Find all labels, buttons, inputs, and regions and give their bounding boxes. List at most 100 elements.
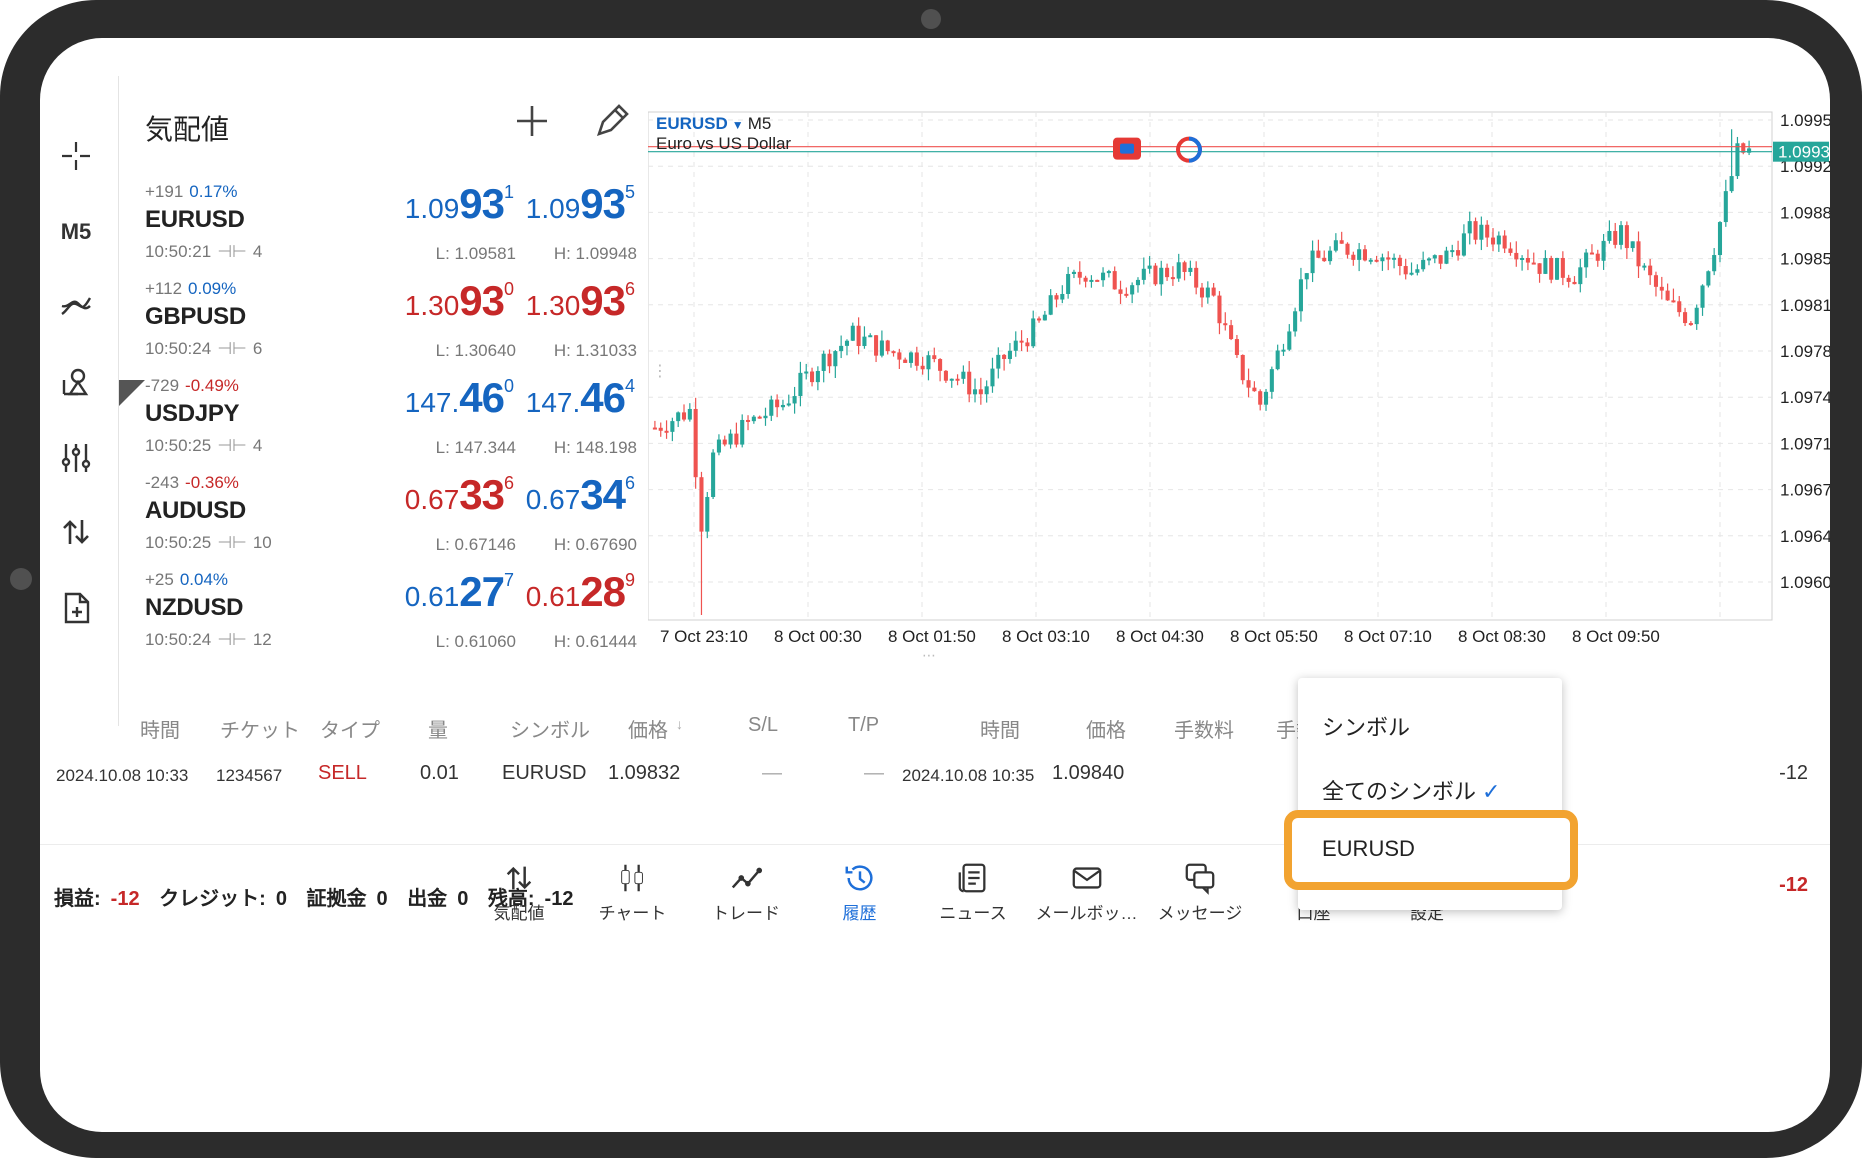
candle-body <box>1380 257 1385 262</box>
candle-body <box>1217 295 1222 324</box>
change-percent: 0.09% <box>188 279 237 298</box>
candle-body <box>1630 241 1635 249</box>
candle-body <box>955 378 960 381</box>
candle-body <box>1211 287 1216 296</box>
candle-body <box>839 345 844 352</box>
column-header[interactable]: 価格 <box>628 714 668 743</box>
bid-price[interactable]: 1.09931 <box>405 180 514 228</box>
bid-price[interactable]: 147.460 <box>405 374 514 422</box>
candle-body <box>722 439 727 445</box>
indicators-icon[interactable] <box>50 280 102 332</box>
candle-body <box>1415 269 1420 273</box>
bid-price[interactable]: 0.61277 <box>405 568 514 616</box>
dropdown-all-symbols[interactable]: 全てのシンボル ✓ <box>1322 774 1500 806</box>
settings-sliders-icon[interactable] <box>50 432 102 484</box>
ask-price[interactable]: 1.09935 <box>526 180 635 228</box>
candle-body <box>1496 235 1501 245</box>
candle-body <box>1229 325 1234 340</box>
nav-chat[interactable]: メッセージ <box>1145 861 1255 924</box>
nav-news[interactable]: ニュース <box>918 861 1028 924</box>
y-tick-label: 1.09605 <box>1780 573 1830 592</box>
ask-price[interactable]: 0.67346 <box>526 471 635 519</box>
candle-body <box>984 386 989 395</box>
nav-quotes[interactable]: 気配値 <box>464 861 574 924</box>
plot-area <box>648 111 1773 621</box>
candle-body <box>716 439 721 453</box>
column-header[interactable]: 手数料 <box>1174 714 1234 743</box>
quote-spread: 6 <box>252 339 263 358</box>
chart-canvas[interactable]: 1.099551.099201.098851.098501.098151.097… <box>648 76 1830 692</box>
candle-body <box>1613 230 1618 245</box>
change-percent: -0.49% <box>185 376 239 395</box>
change-points: +112 <box>145 279 183 298</box>
candle-body <box>1293 311 1298 332</box>
dropdown-eurusd-option[interactable]: EURUSD <box>1284 810 1578 890</box>
ask-price[interactable]: 147.464 <box>526 374 635 422</box>
column-header[interactable]: タイプ <box>320 714 380 743</box>
column-header[interactable]: 時間 <box>980 714 1020 743</box>
nav-label: メールボッ… <box>1035 904 1138 923</box>
column-header[interactable]: 時間 <box>140 714 180 743</box>
candle-body <box>868 335 873 338</box>
add-symbol-icon[interactable] <box>509 98 555 144</box>
candle-body <box>1712 255 1717 272</box>
candle-body <box>850 325 855 341</box>
edit-icon[interactable] <box>589 98 635 144</box>
candle-body <box>1252 387 1257 392</box>
candle-body <box>1095 279 1100 282</box>
trade-arrows-icon[interactable] <box>50 506 102 558</box>
candle-body <box>1572 281 1577 285</box>
candle-body <box>1432 255 1437 259</box>
chart-symbol-header[interactable]: EURUSD ▼ M5 <box>656 114 771 134</box>
column-header[interactable]: 量 <box>428 714 448 743</box>
crosshair-icon[interactable] <box>50 130 102 182</box>
candle-body <box>972 389 978 395</box>
bid-big: 93 <box>459 180 505 227</box>
column-header[interactable]: S/L <box>748 714 778 737</box>
y-tick-label: 1.09640 <box>1780 527 1830 546</box>
column-header[interactable]: チケット <box>220 714 300 743</box>
ask-big: 46 <box>580 374 626 421</box>
candle-body <box>1089 279 1094 282</box>
candle-body <box>1514 252 1519 260</box>
quote-high: H: 0.61444 <box>553 632 637 651</box>
candle-body <box>728 433 733 445</box>
timeframe-button[interactable]: M5 <box>50 206 102 258</box>
bid-big: 93 <box>459 277 505 324</box>
objects-icon[interactable] <box>50 356 102 408</box>
new-order-icon[interactable] <box>50 582 102 634</box>
ask-price[interactable]: 0.61289 <box>526 568 635 616</box>
column-header[interactable]: シンボル <box>510 714 590 743</box>
price-chart[interactable]: 1.099551.099201.098851.098501.098151.097… <box>648 76 1830 692</box>
ask-big: 93 <box>580 180 626 227</box>
y-tick-label: 1.09675 <box>1780 481 1830 500</box>
ask-price[interactable]: 1.30936 <box>526 277 635 325</box>
candle-body <box>1240 354 1245 381</box>
bid-price[interactable]: 0.67336 <box>405 471 514 519</box>
candle-body <box>1595 253 1600 261</box>
quote-row[interactable]: +25 0.04% NZDUSD 10:50:24 ⊣⊢ 12 0.61277 0.6… <box>119 552 648 666</box>
column-header[interactable]: T/P <box>848 714 879 737</box>
candle-body <box>856 325 861 347</box>
nav-chart[interactable]: チャート <box>578 861 688 924</box>
candle-body <box>658 427 663 431</box>
change-points: -729 <box>145 376 180 395</box>
nav-label: 気配値 <box>493 904 545 923</box>
candle-body <box>1298 279 1303 312</box>
candle-body <box>1525 257 1530 263</box>
candle-body <box>1578 267 1583 285</box>
candle-body <box>1362 249 1367 261</box>
nav-history[interactable]: 履歴 <box>805 861 915 924</box>
change-percent: -0.36% <box>185 473 239 492</box>
device-bezel: M5 気配値 +191 0.17% EURUSD 10:50:21 ⊣⊢ 4 1… <box>0 0 1862 1158</box>
bid-price[interactable]: 1.30930 <box>405 277 514 325</box>
ask-big: 93 <box>580 277 626 324</box>
column-header[interactable]: 価格 <box>1086 714 1126 743</box>
nav-mail[interactable]: メールボッ… <box>1032 861 1142 924</box>
candle-body <box>798 372 803 397</box>
nav-trade[interactable]: トレード <box>691 861 801 924</box>
candle-body <box>1310 250 1315 274</box>
change-points: -243 <box>145 473 180 492</box>
x-tick-label: 8 Oct 04:30 <box>1116 627 1204 646</box>
home-button[interactable] <box>10 568 32 590</box>
